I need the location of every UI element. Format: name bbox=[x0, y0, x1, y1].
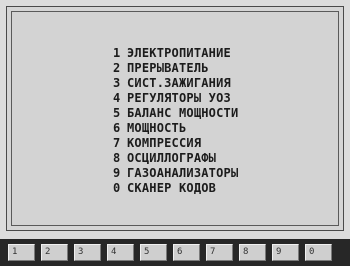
menu-item-number: 8 bbox=[113, 151, 121, 165]
function-key-4[interactable]: 4 bbox=[107, 244, 134, 261]
menu-item-electropower[interactable]: 1 ЭЛЕКТРОПИТАНИЕ bbox=[113, 46, 238, 61]
menu-item-label: ГАЗОАНАЛИЗАТОРЫ bbox=[127, 166, 239, 180]
menu-item-ignition-system[interactable]: 3 СИСТ.ЗАЖИГАНИЯ bbox=[113, 76, 238, 91]
menu-item-number: 2 bbox=[113, 61, 121, 75]
menu-item-label: ОСЦИЛЛОГРАФЫ bbox=[127, 151, 217, 165]
menu-item-power-balance[interactable]: 5 БАЛАНС МОЩНОСТИ bbox=[113, 106, 238, 121]
function-key-2[interactable]: 2 bbox=[41, 244, 68, 261]
main-menu: 1 ЭЛЕКТРОПИТАНИЕ 2 ПРЕРЫВАТЕЛЬ 3 СИСТ.ЗАЖИГ… bbox=[113, 46, 238, 196]
menu-item-number: 0 bbox=[113, 181, 121, 195]
menu-item-power[interactable]: 6 МОЩНОСТЬ bbox=[113, 121, 238, 136]
function-key-9[interactable]: 9 bbox=[272, 244, 299, 261]
function-key-7[interactable]: 7 bbox=[206, 244, 233, 261]
menu-item-label: СКАНЕР КОДОВ bbox=[127, 181, 217, 195]
menu-item-label: КОМПРЕССИЯ bbox=[127, 136, 202, 150]
menu-item-breaker[interactable]: 2 ПРЕРЫВАТЕЛЬ bbox=[113, 61, 238, 76]
menu-item-compression[interactable]: 7 КОМПРЕССИЯ bbox=[113, 136, 238, 151]
menu-item-label: РЕГУЛЯТОРЫ УОЗ bbox=[127, 91, 231, 105]
menu-item-code-scanner[interactable]: 0 СКАНЕР КОДОВ bbox=[113, 181, 238, 196]
menu-item-label: ПРЕРЫВАТЕЛЬ bbox=[127, 61, 209, 75]
menu-item-number: 5 bbox=[113, 106, 121, 120]
menu-item-number: 3 bbox=[113, 76, 121, 90]
function-key-0[interactable]: 0 bbox=[305, 244, 332, 261]
menu-item-label: ЭЛЕКТРОПИТАНИЕ bbox=[127, 46, 231, 60]
function-key-bar: 1 2 3 4 5 6 7 8 9 0 bbox=[0, 239, 350, 266]
function-key-8[interactable]: 8 bbox=[239, 244, 266, 261]
function-key-3[interactable]: 3 bbox=[74, 244, 101, 261]
function-key-5[interactable]: 5 bbox=[140, 244, 167, 261]
menu-item-label: МОЩНОСТЬ bbox=[127, 121, 187, 135]
menu-item-gas-analyzers[interactable]: 9 ГАЗОАНАЛИЗАТОРЫ bbox=[113, 166, 238, 181]
menu-item-number: 7 bbox=[113, 136, 121, 150]
menu-item-number: 1 bbox=[113, 46, 121, 60]
menu-item-number: 9 bbox=[113, 166, 121, 180]
menu-item-label: СИСТ.ЗАЖИГАНИЯ bbox=[127, 76, 231, 90]
menu-item-timing-regulators[interactable]: 4 РЕГУЛЯТОРЫ УОЗ bbox=[113, 91, 238, 106]
diagnostic-screen: 1 ЭЛЕКТРОПИТАНИЕ 2 ПРЕРЫВАТЕЛЬ 3 СИСТ.ЗАЖИГ… bbox=[0, 0, 350, 266]
menu-panel: 1 ЭЛЕКТРОПИТАНИЕ 2 ПРЕРЫВАТЕЛЬ 3 СИСТ.ЗАЖИГ… bbox=[11, 11, 339, 226]
function-key-1[interactable]: 1 bbox=[8, 244, 35, 261]
function-key-6[interactable]: 6 bbox=[173, 244, 200, 261]
menu-item-oscilloscopes[interactable]: 8 ОСЦИЛЛОГРАФЫ bbox=[113, 151, 238, 166]
menu-item-number: 4 bbox=[113, 91, 121, 105]
main-window-frame: 1 ЭЛЕКТРОПИТАНИЕ 2 ПРЕРЫВАТЕЛЬ 3 СИСТ.ЗАЖИГ… bbox=[6, 6, 344, 231]
menu-item-number: 6 bbox=[113, 121, 121, 135]
menu-item-label: БАЛАНС МОЩНОСТИ bbox=[127, 106, 239, 120]
